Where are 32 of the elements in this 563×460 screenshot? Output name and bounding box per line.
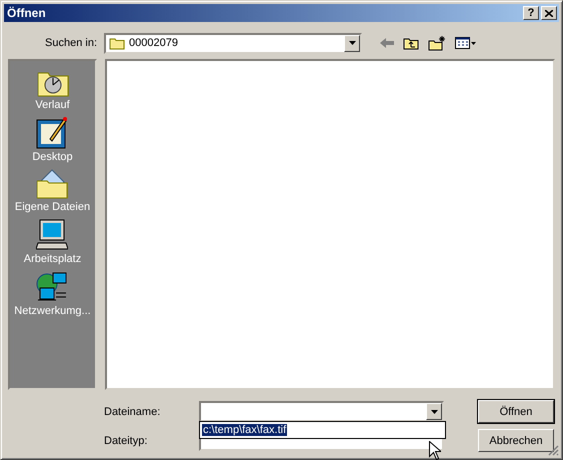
close-icon [545,10,553,16]
places-item[interactable]: Verlauf [35,99,70,111]
look-in-dropdown[interactable]: 00002079 [104,32,362,54]
help-button[interactable]: ? [523,6,539,20]
folder-up-icon[interactable] [403,36,419,50]
network-globe-icon [36,271,68,303]
back-icon[interactable] [380,38,394,48]
places-item[interactable]: Eigene Dateien [14,201,90,213]
new-folder-icon[interactable] [428,36,446,50]
resize-grip-icon[interactable] [547,444,559,456]
open-button[interactable]: Öffnen [478,400,554,423]
document-folder-icon [36,169,68,199]
places-item[interactable]: Netzwerkumg... [14,305,91,317]
desktop-pencil-icon [36,117,68,149]
caret-icon [430,410,438,414]
folder-icon [109,36,125,50]
close-button[interactable] [541,6,557,20]
window-title: Öffnen [7,6,47,20]
mouse-cursor-icon [429,441,441,460]
look-in-label: Suchen in: [44,37,98,49]
dropdown-arrow-button[interactable] [426,403,442,420]
view-menu-icon[interactable] [455,37,477,49]
file-name-field[interactable] [199,401,444,422]
places-item[interactable]: Desktop [32,151,73,163]
autocomplete-option[interactable]: c:\temp\fax\fax.tif [202,424,288,436]
computer-icon [36,219,68,251]
places-item[interactable]: Arbeitsplatz [24,253,82,265]
file-type-label: Dateityp: [104,434,148,446]
file-name-label: Dateiname: [104,406,162,418]
caret-icon [348,41,356,45]
dropdown-arrow-button[interactable] [344,34,360,52]
cancel-button[interactable]: Abbrechen [478,429,554,452]
